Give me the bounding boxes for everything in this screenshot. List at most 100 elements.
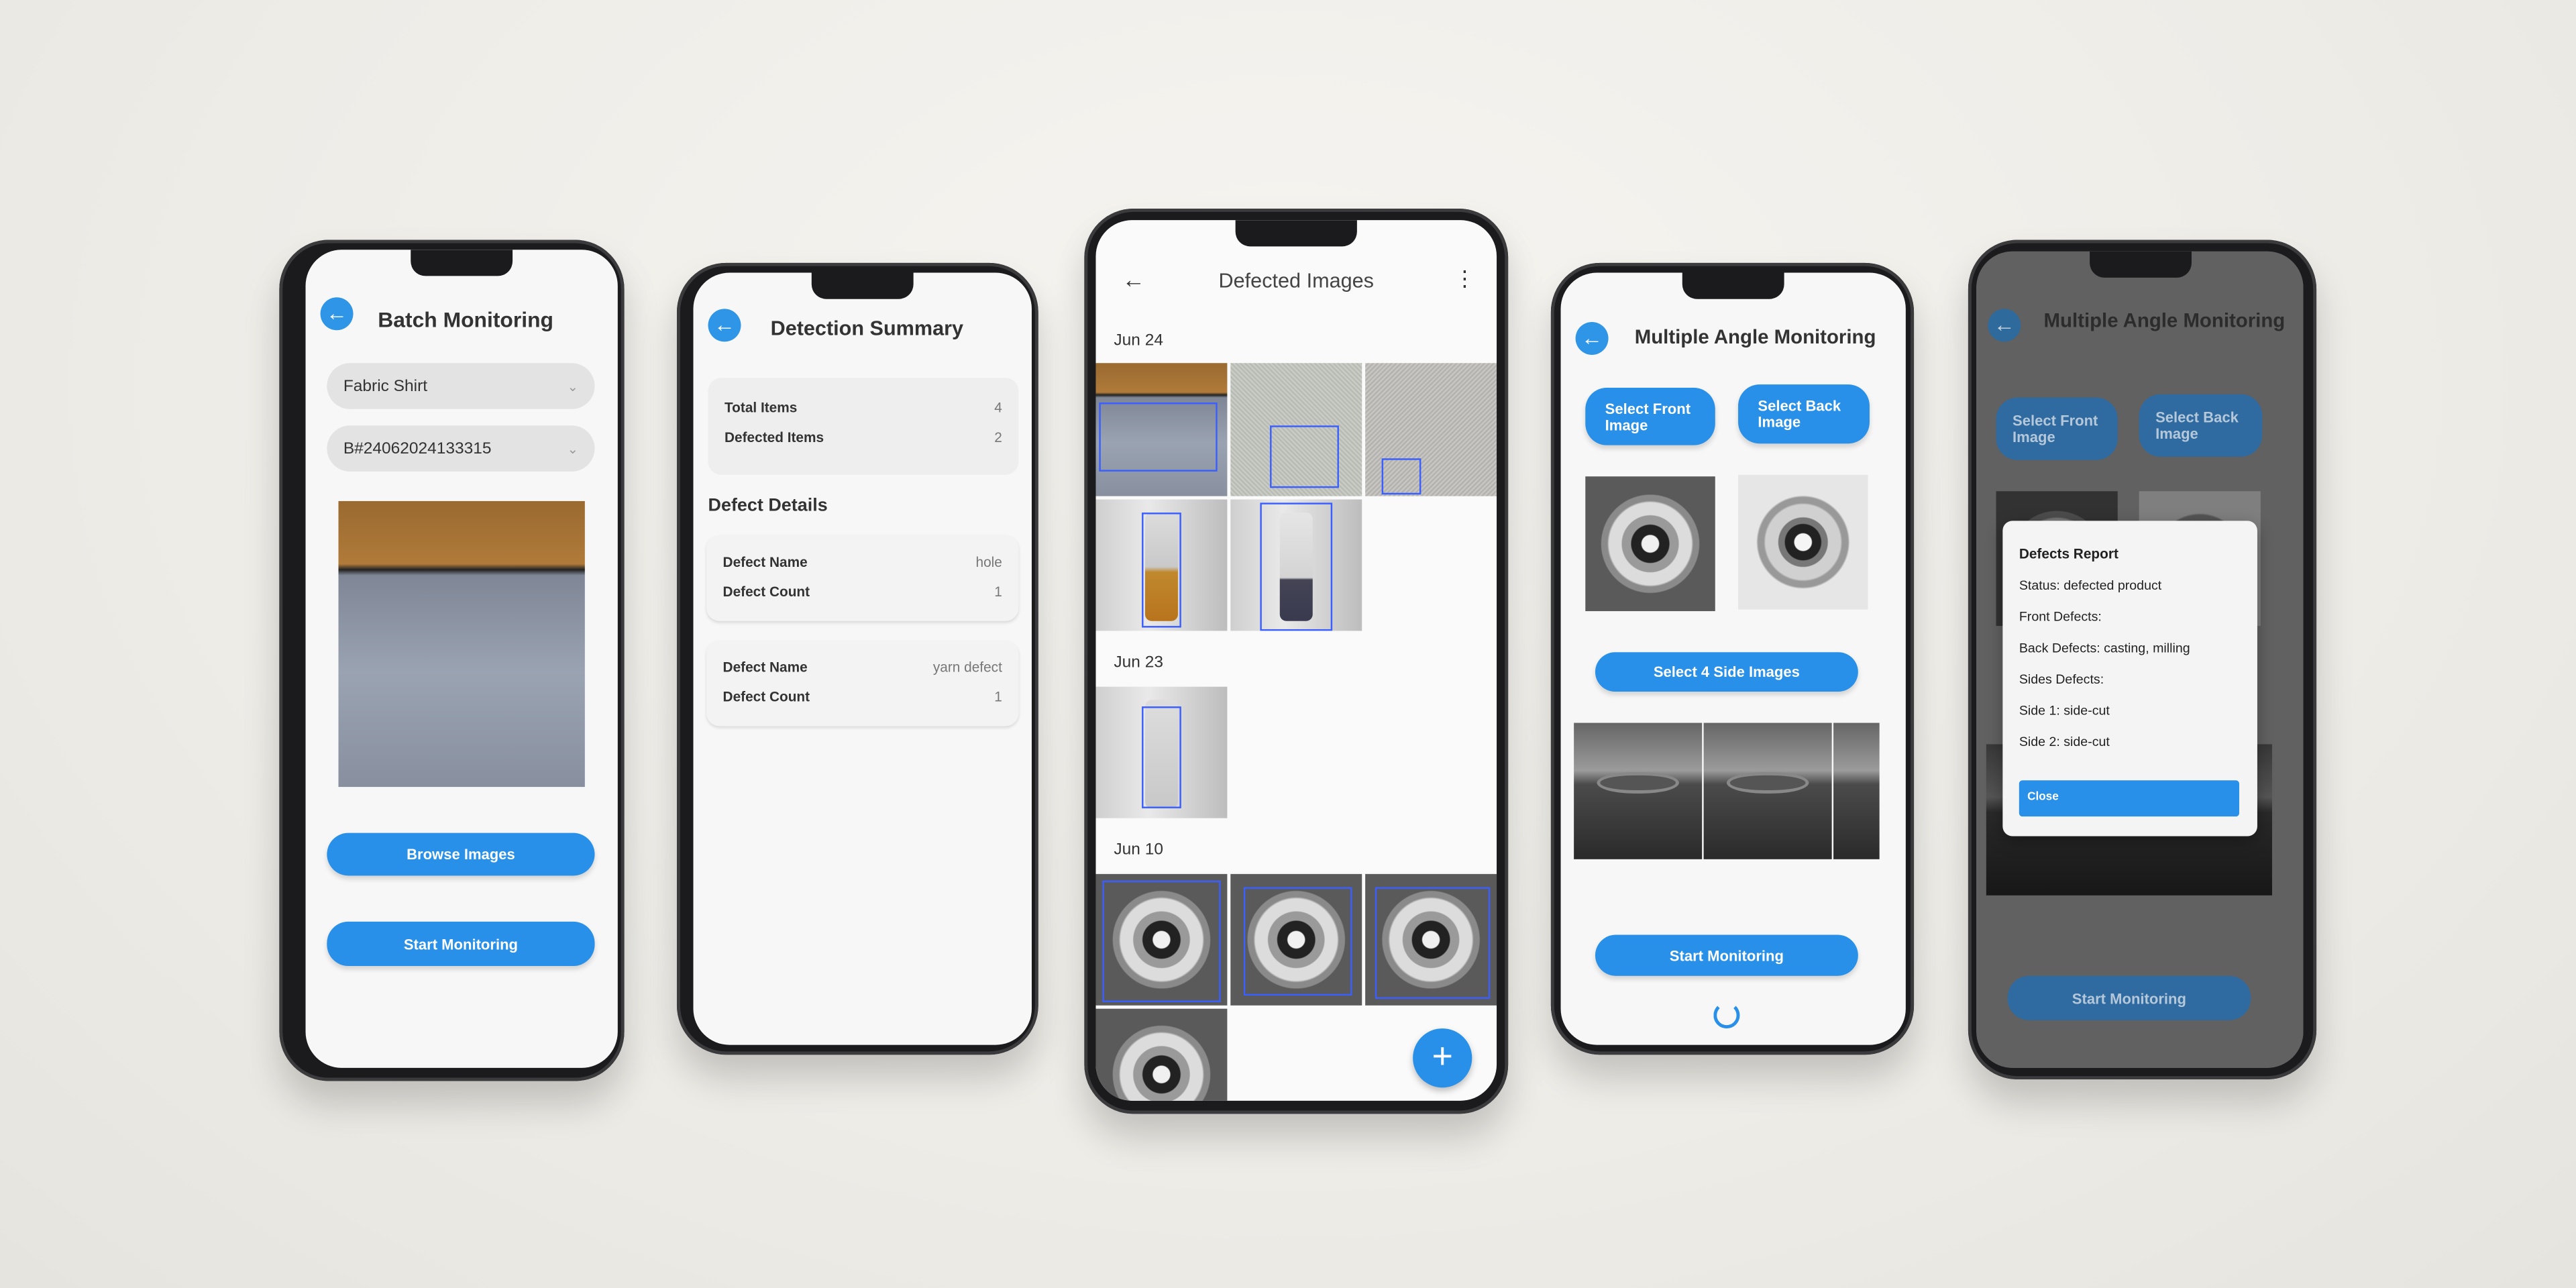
start-monitoring-button[interactable]: Start Monitoring: [327, 921, 595, 967]
arrow-left-icon: ←: [326, 301, 347, 325]
defect-count-row: Defect Count 1: [723, 583, 1002, 599]
notch: [1682, 272, 1784, 299]
notch: [2088, 251, 2191, 278]
detection-box: [1142, 706, 1181, 808]
label: Defect Count: [722, 688, 810, 705]
back-button[interactable]: ←: [1988, 309, 2021, 342]
product-select-value: Fabric Shirt: [343, 377, 428, 395]
defect-image[interactable]: [1230, 363, 1362, 496]
total-items-row: Total Items 4: [724, 399, 1002, 415]
label: Total Items: [724, 399, 798, 416]
front-image: [1585, 476, 1715, 612]
defects-report-dialog: Defects Report Status: defected product …: [2002, 521, 2257, 837]
page-title: Detection Summary: [770, 317, 964, 340]
screen: ← Batch Monitoring Fabric Shirt ⌄ B#24062…: [305, 250, 618, 1068]
defect-image[interactable]: [1230, 873, 1362, 1006]
detection-box: [1102, 880, 1221, 1002]
defect-card: Defect Name yarn defect Defect Count 1: [706, 641, 1019, 727]
phone-defects-report: ← Multiple Angle Monitoring Select Front…: [1968, 239, 2317, 1079]
report-line: Back Defects: casting, milling: [2019, 641, 2190, 656]
defect-card: Defect Name hole Defect Count 1: [706, 535, 1019, 621]
value: 1: [994, 688, 1002, 705]
side-image: [1703, 722, 1832, 859]
page-title: Batch Monitoring: [378, 307, 554, 332]
defect-name-row: Defect Name yarn defect: [723, 659, 1002, 675]
showcase-stage: ← Batch Monitoring Fabric Shirt ⌄ B#24062…: [0, 0, 2576, 1288]
back-button[interactable]: ←: [1575, 322, 1609, 355]
page-title: Multiple Angle Monitoring: [2043, 309, 2286, 332]
defected-items-row: Defected Items 2: [724, 429, 1002, 445]
defect-image[interactable]: [1095, 363, 1228, 496]
batch-select[interactable]: B#24062024133315 ⌄: [327, 425, 595, 472]
select-back-image-button[interactable]: Select Back Image: [2139, 394, 2263, 457]
value: yarn defect: [932, 659, 1002, 676]
defect-count-row: Defect Count 1: [723, 688, 1002, 704]
label: Defected Items: [724, 429, 824, 445]
defect-image[interactable]: [1095, 499, 1228, 631]
defect-image[interactable]: [1095, 686, 1228, 818]
detection-box: [1260, 502, 1333, 631]
chevron-down-icon: ⌄: [567, 378, 579, 394]
detection-box: [1270, 425, 1339, 488]
side-image: [1574, 722, 1703, 859]
screen: ← Detection Summary Total Items 4 Defecte…: [693, 272, 1032, 1045]
arrow-left-icon: ←: [1581, 325, 1603, 350]
defect-image[interactable]: [1095, 1008, 1228, 1101]
more-vertical-icon: ⋮: [1454, 266, 1476, 291]
defect-details-heading: Defect Details: [708, 496, 828, 516]
batch-select-value: B#24062024133315: [343, 439, 492, 458]
date-group-label: Jun 23: [1114, 653, 1163, 672]
detection-box: [1099, 402, 1218, 472]
defect-image[interactable]: [1365, 873, 1497, 1006]
report-line: Front Defects:: [2019, 609, 2102, 625]
phone-batch-monitoring: ← Batch Monitoring Fabric Shirt ⌄ B#24062…: [279, 239, 625, 1081]
arrow-left-icon: ←: [1993, 312, 2015, 337]
value: 4: [994, 399, 1002, 416]
dialog-title: Defects Report: [2019, 545, 2118, 562]
screen: ← Defected Images ⋮ Jun 24 Jun 23 Jun 10…: [1095, 220, 1497, 1101]
back-button[interactable]: ←: [320, 297, 354, 331]
date-group-label: Jun 10: [1114, 841, 1163, 859]
report-line: Side 2: side-cut: [2019, 734, 2110, 749]
start-monitoring-button[interactable]: Start Monitoring: [1595, 934, 1858, 976]
start-monitoring-button[interactable]: Start Monitoring: [2007, 975, 2251, 1020]
detection-box: [1375, 887, 1491, 999]
report-line: Side 1: side-cut: [2019, 703, 2110, 718]
select-side-images-button[interactable]: Select 4 Side Images: [1595, 652, 1858, 692]
back-button[interactable]: ←: [708, 309, 741, 342]
more-menu-button[interactable]: ⋮: [1454, 266, 1475, 292]
select-front-image-button[interactable]: Select Front Image: [1585, 387, 1715, 445]
back-image: [1738, 474, 1868, 610]
defect-image[interactable]: [1365, 363, 1497, 496]
loading-spinner-icon: [1713, 1002, 1740, 1029]
screen: ← Multiple Angle Monitoring Select Front…: [1560, 272, 1906, 1045]
label: Defect Count: [722, 583, 810, 600]
notch: [811, 272, 914, 299]
totals-card: Total Items 4 Defected Items 2: [708, 378, 1019, 475]
phone-multiple-angle: ← Multiple Angle Monitoring Select Front…: [1550, 262, 1915, 1055]
page-title: Defected Images: [1218, 269, 1374, 292]
arrow-left-icon: ←: [714, 312, 735, 337]
label: Defect Name: [722, 553, 808, 570]
select-front-image-button[interactable]: Select Front Image: [1996, 397, 2118, 460]
product-select[interactable]: Fabric Shirt ⌄: [327, 363, 595, 409]
value: 1: [994, 583, 1002, 600]
report-line: Sides Defects:: [2019, 672, 2104, 687]
select-back-image-button[interactable]: Select Back Image: [1738, 384, 1870, 444]
report-line: Status: defected product: [2019, 578, 2162, 594]
fabric-image: [338, 500, 585, 788]
plus-icon: +: [1432, 1034, 1453, 1077]
phone-detection-summary: ← Detection Summary Total Items 4 Defecte…: [676, 262, 1038, 1055]
detection-box: [1243, 887, 1352, 996]
detection-box: [1142, 513, 1181, 628]
date-group-label: Jun 24: [1114, 331, 1163, 350]
add-fab-button[interactable]: +: [1413, 1028, 1472, 1088]
close-button[interactable]: Close: [2019, 780, 2239, 817]
screen: ← Multiple Angle Monitoring Select Front…: [1976, 251, 2304, 1068]
label: Defect Name: [722, 659, 808, 676]
value: hole: [975, 553, 1002, 570]
side-image: [1833, 722, 1880, 859]
browse-images-button[interactable]: Browse Images: [327, 833, 595, 876]
defect-image[interactable]: [1230, 499, 1362, 631]
defect-image[interactable]: [1095, 873, 1228, 1006]
